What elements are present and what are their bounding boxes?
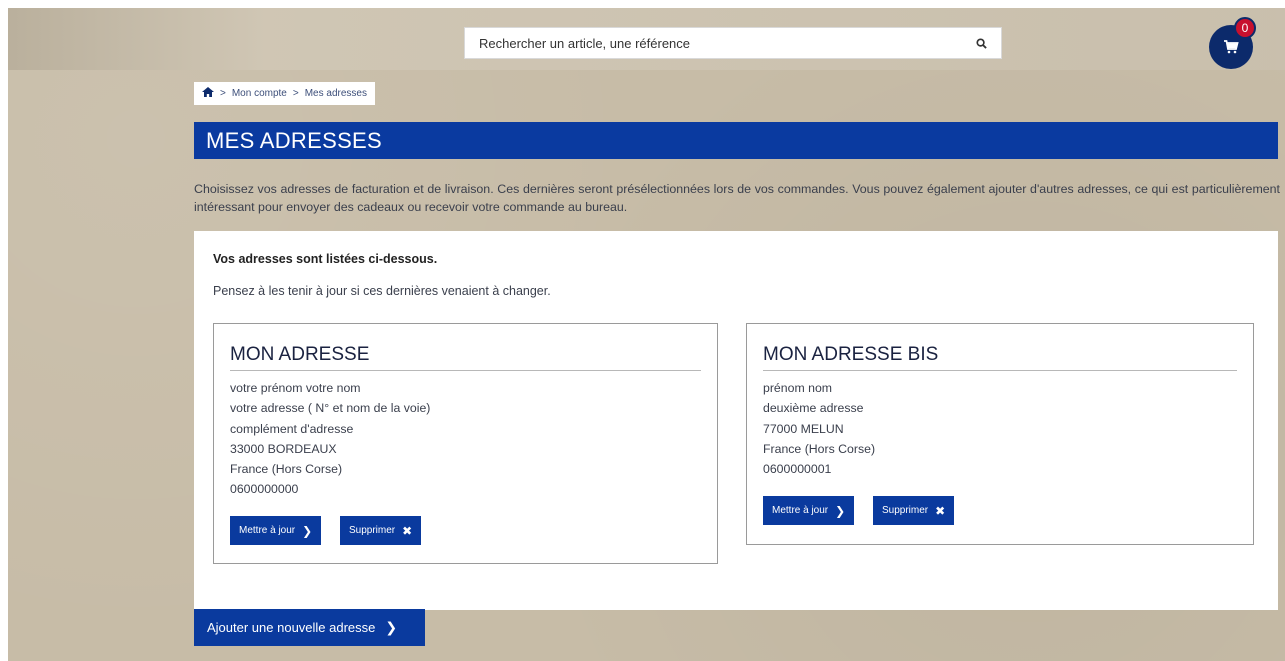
page: 0 > Mon compte > Mes adresses MES ADRESS…	[8, 8, 1285, 661]
address-line: 0600000001	[763, 462, 832, 477]
address-card-1: MON ADRESSE votre prénom votre nom votre…	[213, 323, 718, 564]
search-input[interactable]	[479, 35, 961, 51]
panel-subtext: Pensez à les tenir à jour si ces dernièr…	[213, 284, 551, 298]
home-link[interactable]	[202, 87, 214, 100]
cart-count-badge: 0	[1234, 17, 1256, 39]
address-lines: votre prénom votre nom votre adresse ( N…	[230, 378, 430, 500]
panel-heading: Vos adresses sont listées ci-dessous.	[213, 252, 438, 266]
address-card-title: MON ADRESSE	[230, 344, 701, 371]
update-button-label: Mettre à jour	[772, 505, 829, 516]
close-icon: ✖	[935, 503, 946, 518]
add-address-label: Ajouter une nouvelle adresse	[207, 620, 376, 635]
intro-text: Choisissez vos adresses de facturation e…	[194, 182, 1280, 214]
address-line: France (Hors Corse)	[763, 441, 876, 456]
breadcrumb: > Mon compte > Mes adresses	[194, 82, 375, 105]
address-line: deuxième adresse	[763, 401, 864, 416]
breadcrumb-separator: >	[220, 88, 226, 99]
cart-icon	[1224, 40, 1239, 54]
address-panel: Vos adresses sont listées ci-dessous. Pe…	[194, 231, 1278, 610]
address-line: France (Hors Corse)	[230, 462, 343, 477]
page-title: MES ADRESSES	[194, 122, 1278, 159]
delete-button-label: Supprimer	[349, 525, 396, 536]
delete-address-button[interactable]: Supprimer ✖	[340, 516, 422, 545]
home-icon	[202, 87, 214, 97]
address-line: votre adresse ( N° et nom de la voie)	[230, 401, 431, 416]
search-button[interactable]	[961, 28, 1001, 58]
delete-button-label: Supprimer	[882, 505, 929, 516]
address-line: 33000 BORDEAUX	[230, 441, 337, 456]
address-line: 77000 MELUN	[763, 421, 844, 436]
address-card-2: MON ADRESSE BIS prénom nom deuxième adre…	[746, 323, 1254, 545]
search-icon	[975, 37, 987, 49]
update-address-button[interactable]: Mettre à jour ❯	[230, 516, 322, 545]
address-line: 0600000000	[230, 482, 299, 497]
chevron-right-icon: ❯	[302, 523, 313, 538]
breadcrumb-item-mes-adresses: Mes adresses	[304, 88, 367, 99]
delete-address-button[interactable]: Supprimer ✖	[873, 496, 955, 525]
chevron-right-icon: ❯	[385, 619, 398, 635]
address-line: prénom nom	[763, 381, 833, 395]
close-icon: ✖	[402, 523, 413, 538]
add-address-button[interactable]: Ajouter une nouvelle adresse ❯	[194, 609, 425, 646]
chevron-right-icon: ❯	[835, 503, 846, 518]
address-lines: prénom nom deuxième adresse 77000 MELUN …	[763, 378, 875, 479]
breadcrumb-item-mon-compte[interactable]: Mon compte	[232, 88, 287, 99]
update-button-label: Mettre à jour	[239, 525, 296, 536]
address-line: complément d'adresse	[230, 421, 354, 436]
search-bar	[464, 27, 1002, 59]
address-card-title: MON ADRESSE BIS	[763, 344, 1237, 371]
update-address-button[interactable]: Mettre à jour ❯	[763, 496, 855, 525]
address-line: votre prénom votre nom	[230, 381, 361, 395]
breadcrumb-separator: >	[292, 88, 299, 99]
